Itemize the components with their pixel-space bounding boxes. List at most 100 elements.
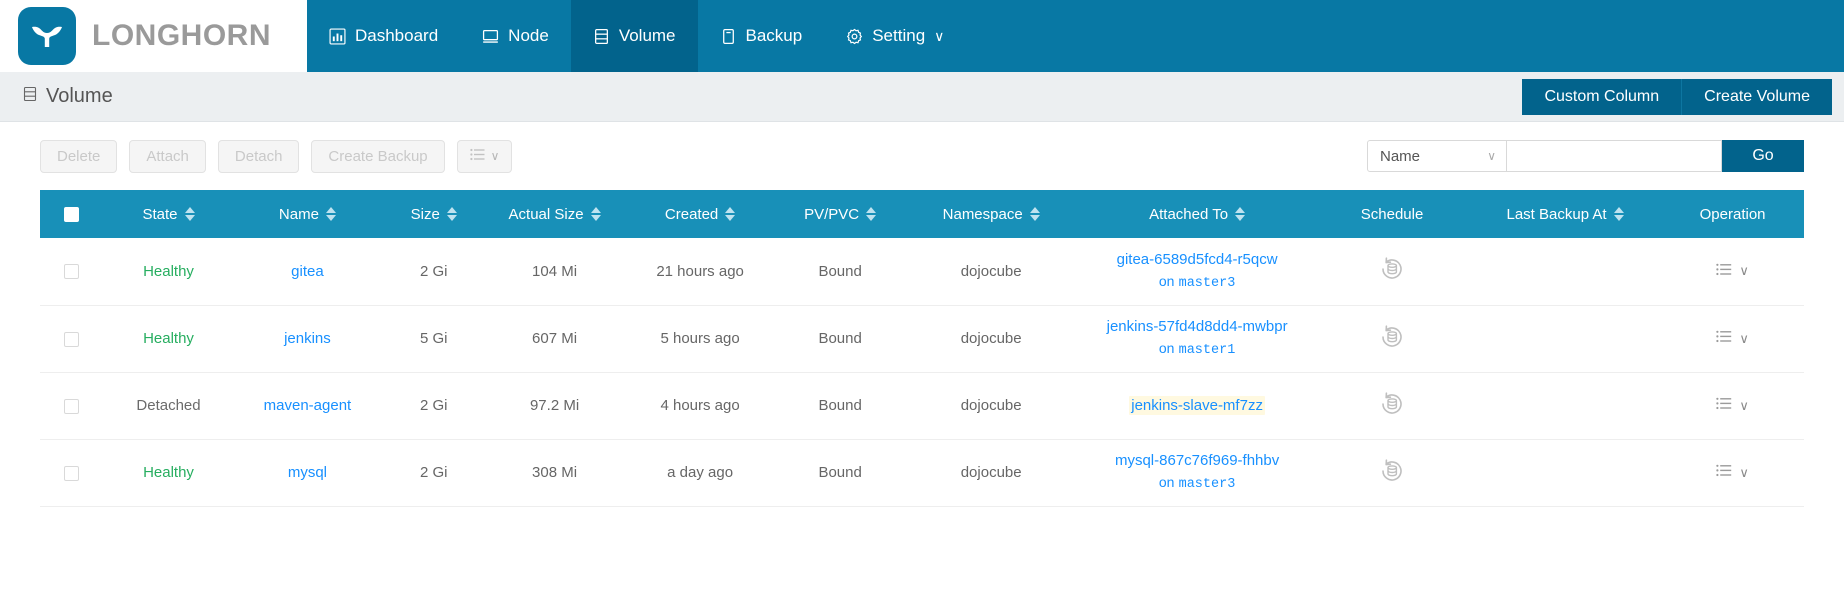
chevron-down-icon: ∨ bbox=[1739, 464, 1749, 480]
th-last-backup-at[interactable]: Last Backup At bbox=[1469, 190, 1661, 238]
custom-column-button[interactable]: Custom Column bbox=[1522, 78, 1682, 115]
th-size[interactable]: Size bbox=[382, 190, 486, 238]
sort-icon[interactable] bbox=[184, 207, 195, 221]
state-text: Healthy bbox=[143, 262, 194, 280]
backup-schedule-icon[interactable] bbox=[1378, 390, 1406, 418]
list-bullet-icon bbox=[1716, 330, 1732, 347]
th-schedule: Schedule bbox=[1315, 190, 1469, 238]
th-actual-size[interactable]: Actual Size bbox=[486, 190, 623, 238]
row-select-cell bbox=[40, 238, 104, 306]
table-row[interactable]: Healthy jenkins 5 Gi 607 Mi 5 hours ago Bound… bbox=[40, 305, 1804, 373]
detach-button[interactable]: Detach bbox=[217, 139, 300, 173]
th-name[interactable]: Name bbox=[233, 190, 381, 238]
create-backup-button[interactable]: Create Backup bbox=[311, 139, 445, 173]
volume-name-link[interactable]: gitea bbox=[291, 263, 324, 280]
nav-item-backup[interactable]: Backup bbox=[698, 0, 825, 72]
nav-item-node[interactable]: Node bbox=[460, 0, 571, 72]
cell-namespace: dojocube bbox=[903, 238, 1080, 306]
select-all-checkbox[interactable] bbox=[64, 207, 80, 223]
brand[interactable]: LONGHORN bbox=[0, 0, 307, 72]
cell-size: 2 Gi bbox=[381, 439, 486, 507]
row-checkbox[interactable] bbox=[64, 331, 80, 347]
table-row[interactable]: Healthy mysql 2 Gi 308 Mi a day ago Bound dojo… bbox=[40, 439, 1804, 507]
th-label: Created bbox=[664, 205, 719, 223]
th-label: Attached To bbox=[1149, 205, 1229, 223]
backup-schedule-icon[interactable] bbox=[1378, 255, 1406, 283]
attached-pod-link[interactable]: jenkins-57fd4d8dd4-mwbpr bbox=[1107, 318, 1288, 335]
th-attached-to[interactable]: Attached To bbox=[1079, 190, 1315, 238]
th-state[interactable]: State bbox=[104, 190, 234, 238]
nav-item-volume[interactable]: Volume bbox=[570, 0, 698, 72]
list-bullet-icon bbox=[469, 148, 485, 165]
search-area: Name ∨ Go bbox=[1367, 140, 1804, 172]
volume-name-link[interactable]: maven-agent bbox=[264, 397, 352, 414]
th-created[interactable]: Created bbox=[623, 190, 777, 238]
cell-namespace: dojocube bbox=[903, 372, 1080, 440]
server-node-icon bbox=[482, 28, 499, 45]
backup-schedule-icon[interactable] bbox=[1378, 323, 1406, 351]
cell-operation: ∨ bbox=[1661, 305, 1804, 373]
row-operation-menu[interactable]: ∨ bbox=[1716, 263, 1749, 280]
delete-button[interactable]: Delete bbox=[40, 139, 118, 173]
sort-icon[interactable] bbox=[325, 207, 336, 221]
cell-operation: ∨ bbox=[1661, 238, 1804, 306]
attached-pod-link[interactable]: gitea-6589d5fcd4-r5qcw bbox=[1117, 251, 1278, 268]
attached-pod-link[interactable]: mysql-867c76f969-fhhbv bbox=[1115, 452, 1279, 469]
sort-icon[interactable] bbox=[725, 207, 736, 221]
attached-on-label: on bbox=[1158, 272, 1175, 289]
state-text: Healthy bbox=[143, 330, 194, 347]
cell-schedule bbox=[1315, 238, 1469, 306]
sort-icon[interactable] bbox=[1235, 207, 1246, 221]
sort-icon[interactable] bbox=[446, 207, 457, 221]
row-operation-menu[interactable]: ∨ bbox=[1716, 464, 1749, 481]
gear-icon bbox=[846, 28, 863, 45]
cell-last-backup-at bbox=[1468, 372, 1662, 440]
cell-schedule bbox=[1315, 305, 1469, 373]
nav-item-label: Setting bbox=[872, 26, 926, 45]
cell-operation: ∨ bbox=[1661, 439, 1804, 507]
nav-item-setting[interactable]: Setting ∨ bbox=[824, 0, 966, 72]
sort-icon[interactable] bbox=[590, 207, 601, 221]
th-namespace[interactable]: Namespace bbox=[903, 190, 1079, 238]
volume-name-link[interactable]: jenkins bbox=[284, 330, 331, 347]
attached-node-name[interactable]: master1 bbox=[1179, 343, 1236, 358]
cell-operation: ∨ bbox=[1661, 372, 1804, 440]
nav-items: Dashboard Node Volume Backup Setting ∨ bbox=[307, 0, 966, 72]
table-body: Healthy gitea 2 Gi 104 Mi 21 hours ago Bound d… bbox=[40, 238, 1804, 507]
row-operation-menu[interactable]: ∨ bbox=[1716, 397, 1749, 414]
create-volume-button[interactable]: Create Volume bbox=[1681, 78, 1832, 115]
row-checkbox[interactable] bbox=[64, 264, 80, 280]
th-pv-pvc[interactable]: PV/PVC bbox=[777, 190, 903, 238]
cell-created: 21 hours ago bbox=[623, 238, 777, 306]
backup-schedule-icon[interactable] bbox=[1378, 457, 1406, 485]
cell-size: 2 Gi bbox=[381, 372, 486, 440]
nav-item-label: Dashboard bbox=[355, 26, 439, 45]
table-row[interactable]: Detached maven-agent 2 Gi 97.2 Mi 4 hours ag… bbox=[40, 372, 1804, 440]
table-row[interactable]: Healthy gitea 2 Gi 104 Mi 21 hours ago Bound d… bbox=[40, 238, 1804, 306]
volume-table: State Name Size Actual Size Created PV/P… bbox=[40, 190, 1804, 507]
sort-icon[interactable] bbox=[866, 207, 877, 221]
sort-icon[interactable] bbox=[1613, 207, 1624, 221]
volume-name-link[interactable]: mysql bbox=[288, 464, 327, 481]
cell-attached-to: gitea-6589d5fcd4-r5qcw on master3 bbox=[1079, 238, 1316, 306]
search-field-select[interactable]: Name ∨ bbox=[1367, 140, 1507, 172]
attached-pod-link[interactable]: jenkins-slave-mf7zz bbox=[1129, 395, 1265, 415]
sort-icon[interactable] bbox=[1029, 207, 1040, 221]
attached-node-name[interactable]: master3 bbox=[1179, 276, 1236, 291]
search-go-button[interactable]: Go bbox=[1722, 140, 1804, 172]
page-title-text: Volume bbox=[46, 85, 113, 107]
th-label: Name bbox=[278, 205, 319, 223]
search-input[interactable] bbox=[1507, 140, 1722, 172]
attach-button[interactable]: Attach bbox=[129, 139, 206, 173]
page-title: Volume bbox=[22, 85, 113, 108]
row-operation-menu[interactable]: ∨ bbox=[1716, 330, 1749, 347]
cell-namespace: dojocube bbox=[903, 305, 1080, 373]
cell-created: 5 hours ago bbox=[623, 305, 777, 373]
row-checkbox[interactable] bbox=[64, 398, 80, 414]
row-select-cell bbox=[40, 305, 104, 373]
more-actions-button[interactable]: ∨ bbox=[456, 139, 513, 173]
page-header-actions: Custom Column Create Volume bbox=[1522, 78, 1832, 115]
row-checkbox[interactable] bbox=[64, 465, 80, 481]
nav-item-dashboard[interactable]: Dashboard bbox=[307, 0, 460, 72]
attached-node-name[interactable]: master3 bbox=[1179, 477, 1236, 492]
